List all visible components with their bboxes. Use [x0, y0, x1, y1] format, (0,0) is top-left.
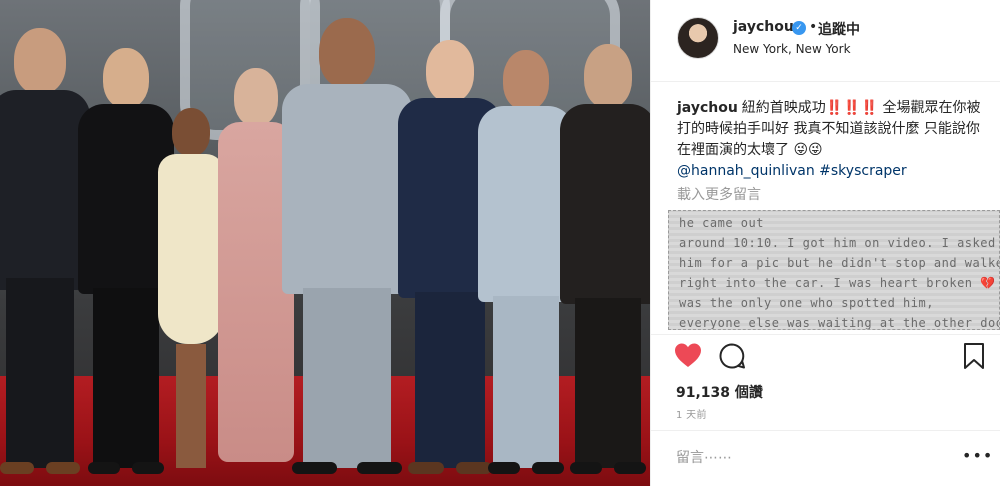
avatar[interactable] — [677, 17, 719, 59]
overlay-comment-line: was the only one who spotted him, — [679, 296, 934, 310]
person-8 — [560, 44, 650, 474]
person-3 — [158, 108, 224, 468]
post-caption: jaychou 紐約首映成功‼️‼️‼️ 全場觀眾在你被打的時候拍手叫好 我真不知… — [677, 98, 987, 182]
post-timestamp[interactable]: 1 天前 — [676, 406, 707, 421]
comment-input[interactable] — [676, 448, 946, 468]
post-photo[interactable] — [0, 0, 650, 486]
comment-icon[interactable] — [718, 342, 746, 374]
likes-count[interactable]: 91,138 個讚 — [676, 382, 763, 402]
heart-icon[interactable] — [674, 342, 702, 372]
person-5 — [282, 18, 412, 474]
caption-username[interactable]: jaychou — [677, 100, 738, 116]
following-button[interactable]: 追蹤中 — [818, 19, 860, 39]
overlay-comment-line: around 10:10. I got him on video. I aske… — [679, 236, 996, 250]
overlay-comment-image: he came out around 10:10. I got him on v… — [668, 210, 1000, 330]
divider — [650, 334, 1000, 335]
post-header: jaychou ✓ • 追蹤中 New York, New York — [651, 0, 1000, 82]
overlay-comment-line: him for a pic but he didn't stop and wal… — [679, 256, 1000, 270]
overlay-comment-line: everyone else was waiting at the other d… — [679, 316, 1000, 330]
location-link[interactable]: New York, New York — [733, 42, 851, 56]
more-options-icon[interactable]: ••• — [962, 446, 993, 465]
header-separator: • — [809, 19, 818, 35]
caption-hashtag[interactable]: #skyscraper — [819, 163, 907, 179]
person-1 — [0, 28, 90, 474]
bookmark-icon[interactable] — [962, 342, 986, 374]
caption-mention[interactable]: @hannah_quinlivan — [677, 163, 815, 179]
verified-badge-icon: ✓ — [792, 21, 806, 35]
overlay-comment-line: right into the car. I was heart broken 💔… — [679, 276, 1000, 290]
load-more-comments-button[interactable]: 載入更多留言 — [677, 184, 761, 204]
header-username[interactable]: jaychou — [733, 19, 794, 35]
divider — [650, 430, 1000, 431]
overlay-comment-line: he came out — [679, 216, 764, 230]
